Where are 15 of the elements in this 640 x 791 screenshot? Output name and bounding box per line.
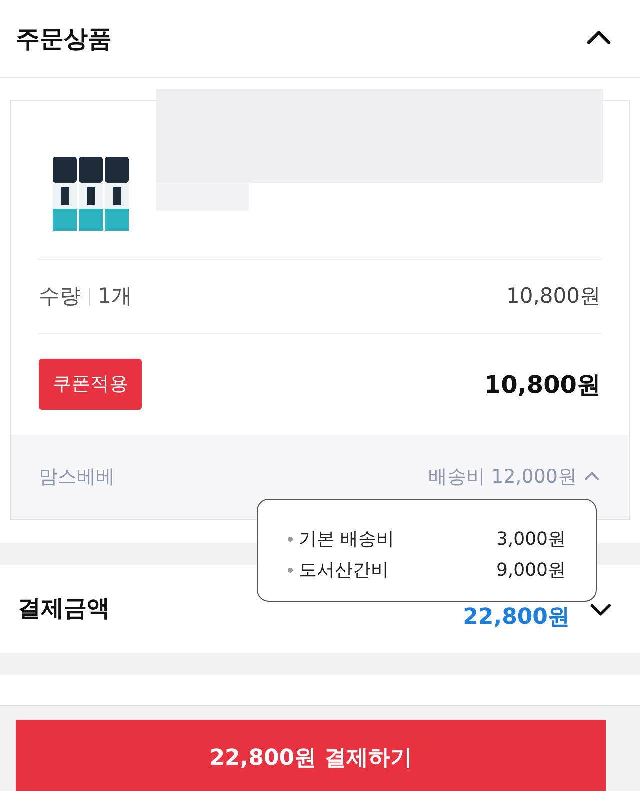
fee-label: 기본 배송비 (288, 526, 395, 553)
fee-amount: 3,000원 (496, 528, 566, 552)
payment-title: 결제금액 (18, 594, 110, 624)
section-title: 주문상품 (16, 24, 112, 54)
pay-button[interactable]: 22,800원 결제하기 (16, 720, 606, 791)
item-price: 10,800원 (506, 282, 601, 310)
coupon-button[interactable]: 쿠폰적용 (39, 359, 142, 410)
quantity-value: 1개 (98, 282, 132, 310)
item-total: 10,800원 (484, 370, 601, 400)
quantity-label: 수량 (39, 282, 81, 310)
fee-label: 도서산간비 (288, 557, 389, 584)
seller-name: 맘스베베 (39, 464, 115, 490)
fee-amount: 9,000원 (496, 559, 566, 583)
shipping-fee: 배송비 12,000원 (428, 464, 577, 490)
payment-total: 22,800원 (463, 604, 570, 632)
